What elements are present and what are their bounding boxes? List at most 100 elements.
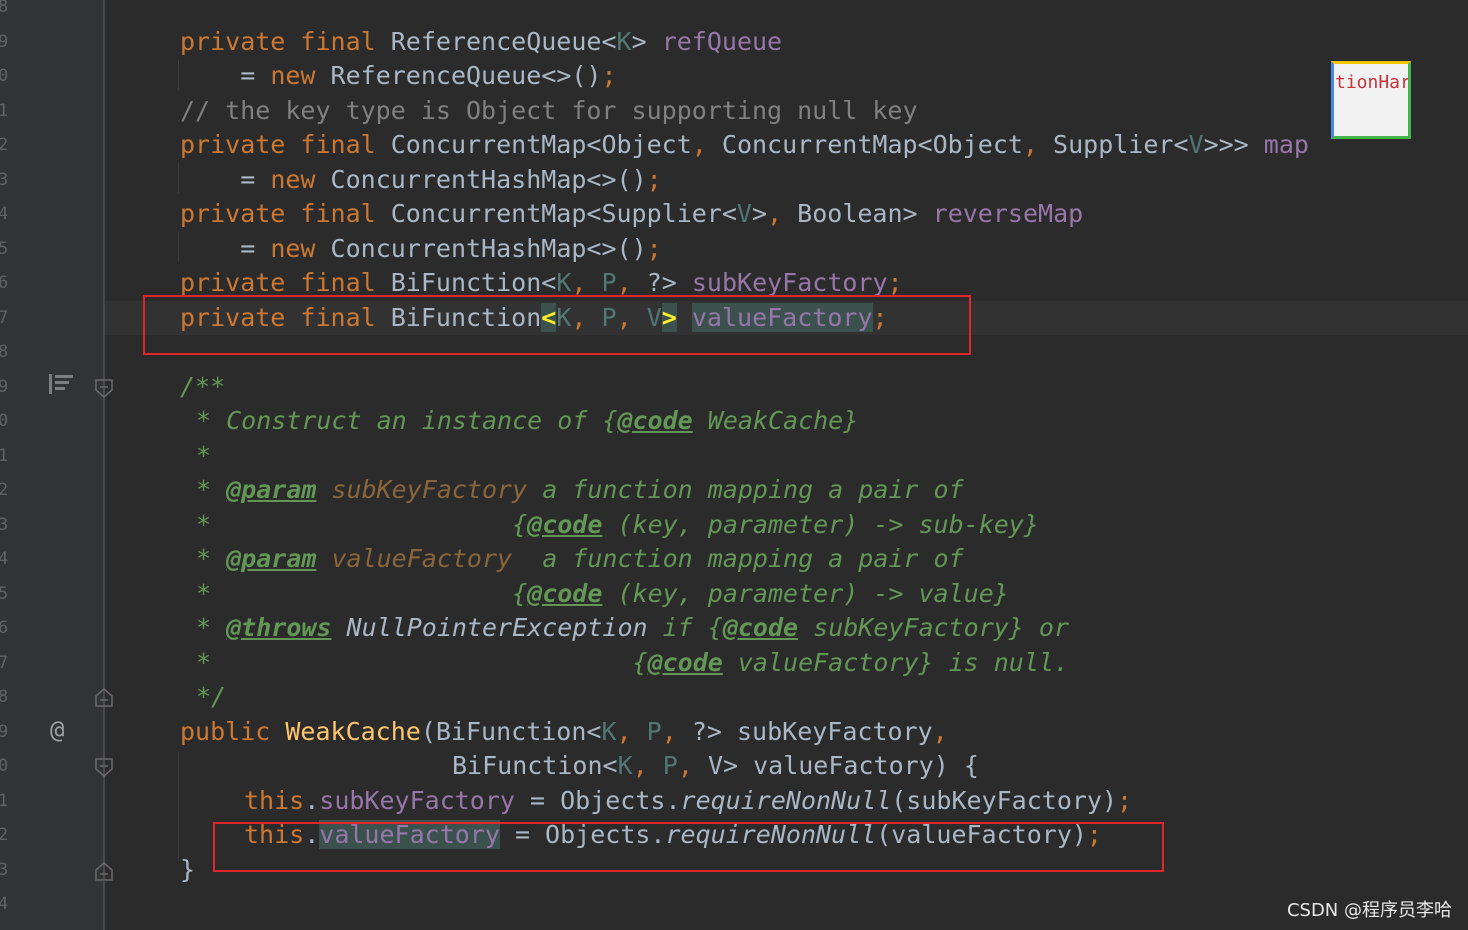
type-close: > xyxy=(751,199,768,228)
javadoc-text: if xyxy=(647,613,708,642)
javadoc-brace: { xyxy=(512,579,528,608)
expression: ConcurrentHashMap<>() xyxy=(330,234,647,263)
javadoc-star: * xyxy=(196,475,227,504)
editor-gutter xyxy=(0,0,104,930)
watermark: CSDN @程序员李哈 xyxy=(1286,900,1452,921)
floating-preview-popup[interactable]: tionHar xyxy=(1331,61,1411,139)
javadoc-brace: { xyxy=(512,510,528,539)
code-line: BiFunction<K, P, V> valueFactory) { xyxy=(452,749,979,783)
operator: = xyxy=(240,165,271,194)
javadoc-text: WeakCache} xyxy=(692,406,859,435)
javadoc-star: * xyxy=(196,579,212,608)
line-number: 5 xyxy=(0,238,9,259)
line-number: 8 xyxy=(0,687,9,707)
type-close: > xyxy=(631,27,647,56)
expression: ReferenceQueue<>() xyxy=(330,61,602,90)
javadoc-tag: @code xyxy=(722,613,799,642)
javadoc-star: * xyxy=(196,613,227,642)
code-line: = new ReferenceQueue<>(); xyxy=(180,59,616,93)
type-param: V xyxy=(736,199,752,228)
field-name: refQueue xyxy=(661,27,783,56)
line-number: 9 xyxy=(0,376,9,397)
field-name: subKeyFactory xyxy=(691,268,888,297)
fold-start-icon[interactable] xyxy=(94,757,114,777)
type-name: Supplier< xyxy=(1053,130,1189,159)
fold-end-icon[interactable] xyxy=(94,686,114,707)
field-name: map xyxy=(1263,130,1309,159)
param-type: BiFunction< xyxy=(452,751,618,780)
line-number: 0 xyxy=(0,411,9,431)
type-param: K xyxy=(617,751,633,780)
dot: . xyxy=(304,786,320,815)
fold-end-icon[interactable] xyxy=(94,860,114,881)
line-number: 0 xyxy=(0,66,9,86)
line-number: 8 xyxy=(0,0,9,17)
operator: = xyxy=(240,234,271,263)
javadoc-indent xyxy=(211,579,512,608)
field-name: reverseMap xyxy=(932,199,1084,228)
highlight-box-field-declaration xyxy=(143,295,971,355)
type-name: ConcurrentMap<Object xyxy=(390,130,692,159)
keyword: public xyxy=(180,717,271,746)
code-line: private final ConcurrentMap<Supplier<V>,… xyxy=(180,197,1083,231)
javadoc-line: * @param subKeyFactory a function mappin… xyxy=(196,473,964,507)
javadoc-brace: { xyxy=(707,613,723,642)
comma: , xyxy=(571,268,587,297)
line-number: 4 xyxy=(0,204,9,224)
javadoc-line: * Construct an instance of {@code WeakCa… xyxy=(196,404,858,438)
line-number: 9 xyxy=(0,721,9,742)
line-number: 1 xyxy=(0,790,9,811)
javadoc-text: a function mapping a pair of xyxy=(527,475,964,504)
override-at-icon[interactable]: @ xyxy=(50,716,64,744)
javadoc-text: subKeyFactory} or xyxy=(798,613,1070,642)
javadoc-tag: @code xyxy=(617,406,693,435)
indent-guide xyxy=(178,232,179,262)
javadoc-tag: @throws xyxy=(226,613,332,642)
javadoc-close: */ xyxy=(196,682,227,711)
javadoc-line: * @param valueFactory a function mapping… xyxy=(196,542,964,576)
line-number: 4 xyxy=(0,894,9,914)
comma: , xyxy=(932,717,948,746)
type-param: K xyxy=(601,717,617,746)
line-number: 0 xyxy=(0,756,9,776)
comma: , xyxy=(767,199,783,228)
expression: ConcurrentHashMap<>() xyxy=(330,165,647,194)
closing-brace: } xyxy=(180,855,196,884)
javadoc-star: * xyxy=(196,441,212,470)
keyword: private final xyxy=(180,199,376,228)
fold-start-icon[interactable] xyxy=(94,378,114,398)
indent-guide xyxy=(178,60,179,90)
line-number: 3 xyxy=(0,169,9,190)
line-number: 7 xyxy=(0,307,9,328)
comma: , xyxy=(691,130,707,159)
keyword: new xyxy=(270,61,316,90)
javadoc-tag: @code xyxy=(527,579,603,608)
code-line: // the key type is Object for supporting… xyxy=(180,94,918,128)
code-line: } xyxy=(180,853,195,887)
javadoc-line: /** xyxy=(180,370,225,404)
popup-text: tionHar xyxy=(1335,72,1411,93)
type-param: P xyxy=(662,751,678,780)
javadoc-text: * Construct an instance of xyxy=(196,406,603,435)
structure-icon[interactable] xyxy=(48,372,74,400)
type-close: >>> xyxy=(1203,130,1249,159)
line-number: 8 xyxy=(0,342,9,362)
indent-guide xyxy=(178,752,179,862)
code-line: private final ReferenceQueue<K> refQueue xyxy=(180,25,782,59)
keyword: private final xyxy=(180,27,376,56)
code-line: private final ConcurrentMap<Object, Conc… xyxy=(180,128,1309,162)
param-type: (BiFunction< xyxy=(420,717,602,746)
javadoc-line: */ xyxy=(196,680,226,714)
comma: , xyxy=(616,268,632,297)
code-line: public WeakCache(BiFunction<K, P, ?> sub… xyxy=(180,715,948,749)
javadoc-line: * {@code (key, parameter) -> value} xyxy=(196,577,1009,611)
arguments: (subKeyFactory) xyxy=(891,786,1118,815)
javadoc-star: * xyxy=(196,510,212,539)
javadoc-brace: { xyxy=(602,406,618,435)
line-number: 9 xyxy=(0,31,9,52)
keyword: private final xyxy=(180,130,376,159)
comma: , xyxy=(661,717,677,746)
javadoc-brace: { xyxy=(632,648,648,677)
semicolon: ; xyxy=(646,165,662,194)
wildcard: ?> xyxy=(646,268,677,297)
